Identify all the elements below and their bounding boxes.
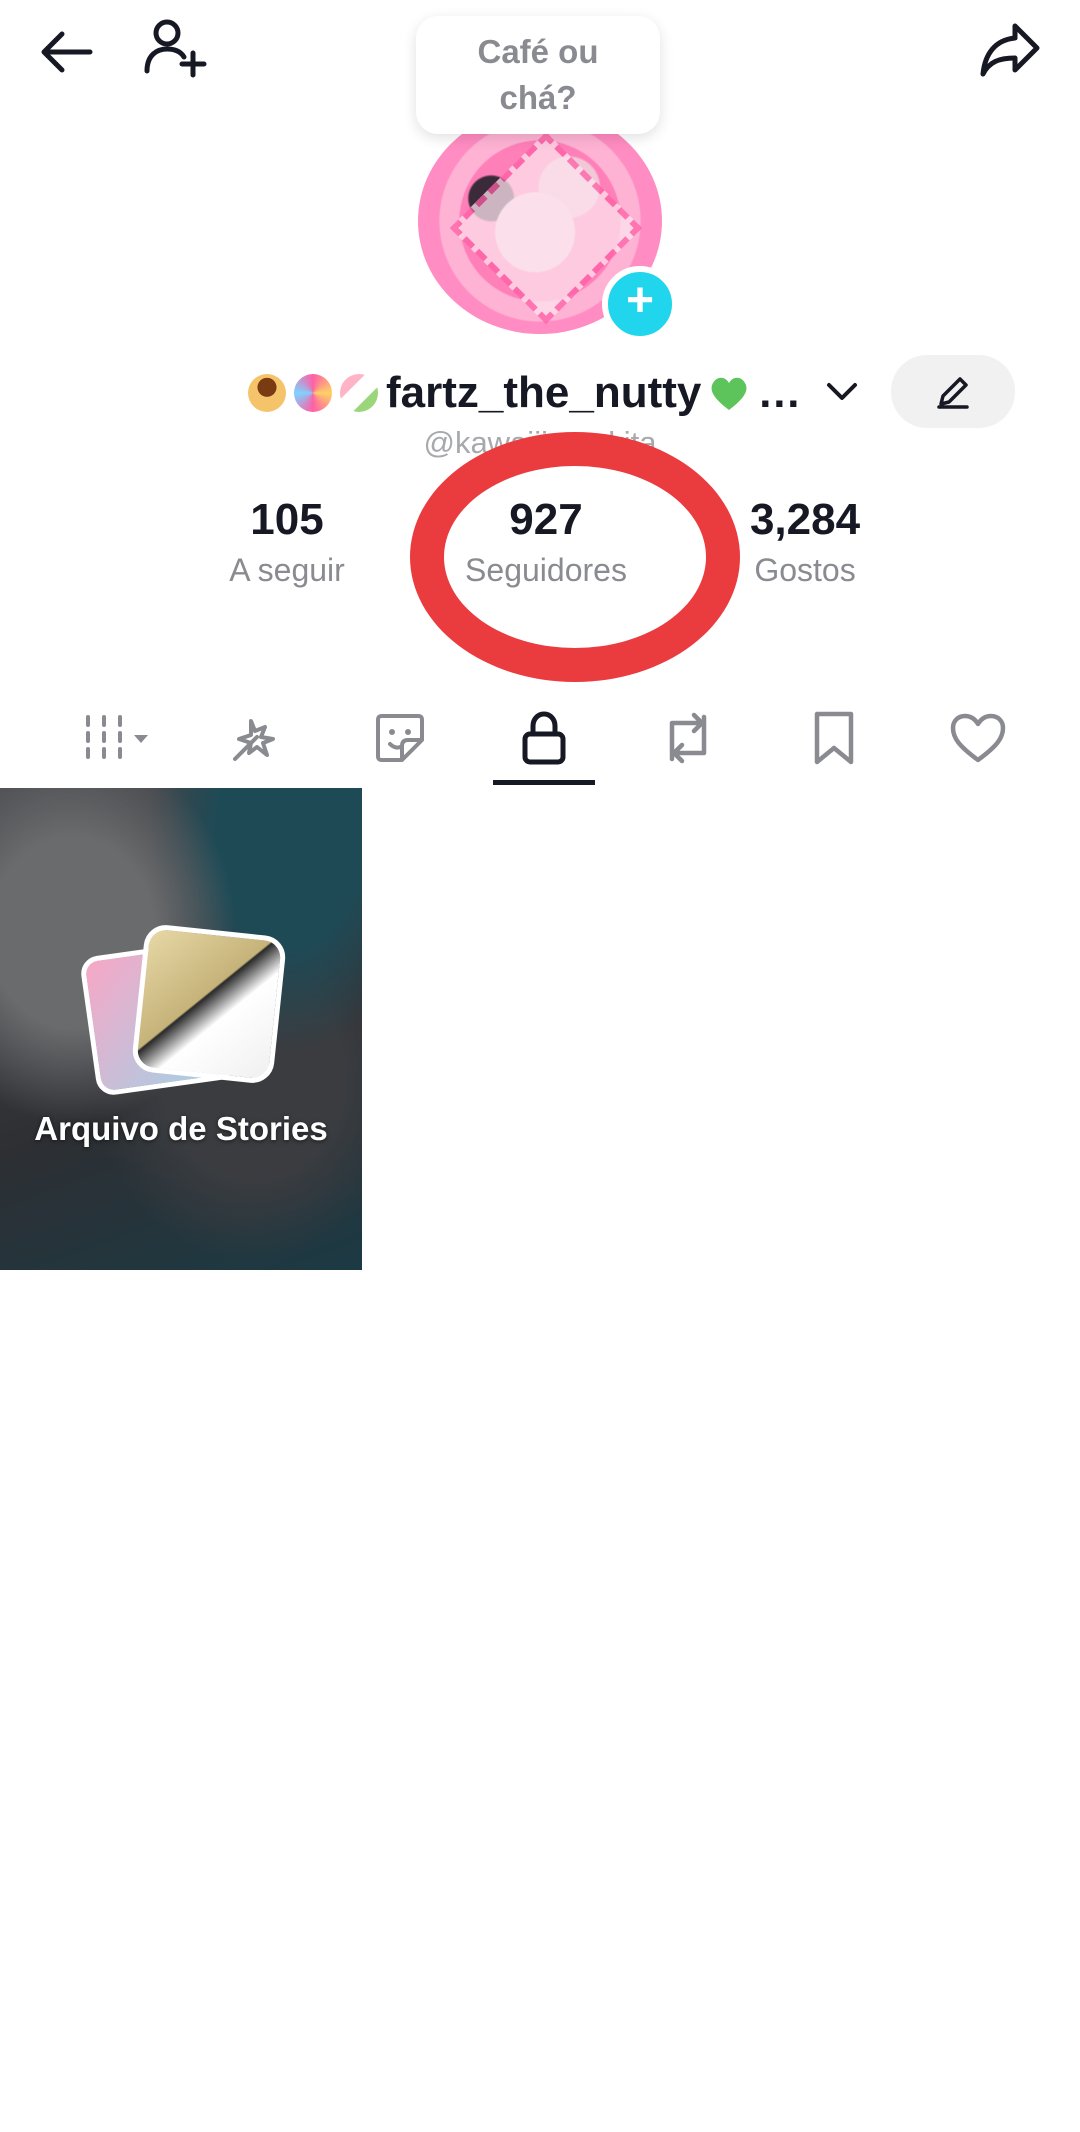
likes-count: 3,284 (749, 495, 861, 544)
add-friend-button[interactable] (136, 8, 212, 88)
green-heart-emoji-icon (711, 377, 747, 410)
active-tab-indicator (493, 780, 595, 785)
username-ellipsis: … (757, 368, 802, 417)
lollipop-emoji-icon (294, 374, 332, 412)
username-row[interactable]: fartz_the_nutty … (248, 358, 801, 428)
archive-thumbnail (130, 922, 288, 1086)
note-text: Café ou chá? (477, 33, 599, 116)
followers-label: Seguidores (465, 552, 627, 588)
following-label: A seguir (229, 552, 345, 588)
arrow-left-icon (41, 31, 93, 73)
username: fartz_the_nutty (386, 368, 701, 418)
followers-count: 927 (509, 495, 583, 544)
dango-emoji-icon (340, 374, 378, 412)
avatar-add-button[interactable]: + (602, 266, 678, 342)
story-archive-label: Arquivo de Stories (34, 1110, 328, 1147)
tab-effects[interactable] (206, 690, 306, 786)
sparkle-icon (233, 719, 275, 761)
grid-dropdown-icon (86, 715, 148, 759)
bookmark-icon (814, 711, 854, 765)
flan-emoji-icon (248, 374, 286, 412)
username-text: fartz_the_nutty (386, 368, 702, 417)
chevron-down-icon (827, 383, 857, 400)
person-add-icon (144, 19, 207, 78)
likes-stat[interactable]: 3,284 Gostos (675, 492, 935, 592)
following-stat[interactable]: 105 A seguir (157, 492, 417, 592)
lock-icon (522, 711, 566, 765)
likes-label: Gostos (754, 552, 856, 588)
tab-reposts[interactable] (638, 690, 738, 786)
repost-icon (669, 712, 707, 764)
profile-tabs (0, 690, 1080, 790)
following-count: 105 (250, 495, 324, 544)
account-switch-button[interactable] (820, 370, 864, 414)
heart-icon (950, 713, 1006, 763)
user-handle: @kawaiiiresukita (423, 425, 657, 460)
back-button[interactable] (28, 14, 104, 90)
tab-saved[interactable] (784, 690, 884, 786)
tab-videos[interactable] (72, 690, 172, 786)
sticker-icon (376, 714, 424, 762)
tab-stickers[interactable] (350, 690, 450, 786)
share-arrow-icon (980, 23, 1040, 77)
tab-liked[interactable] (928, 690, 1028, 786)
edit-profile-button[interactable] (891, 355, 1015, 428)
followers-stat[interactable]: 927 Seguidores (416, 492, 676, 592)
share-button[interactable] (970, 10, 1050, 90)
pencil-icon (937, 376, 969, 409)
note-bubble[interactable]: Café ou chá? (416, 16, 660, 134)
tab-private[interactable] (494, 690, 594, 786)
story-archive-tile[interactable]: Arquivo de Stories (0, 788, 362, 1270)
